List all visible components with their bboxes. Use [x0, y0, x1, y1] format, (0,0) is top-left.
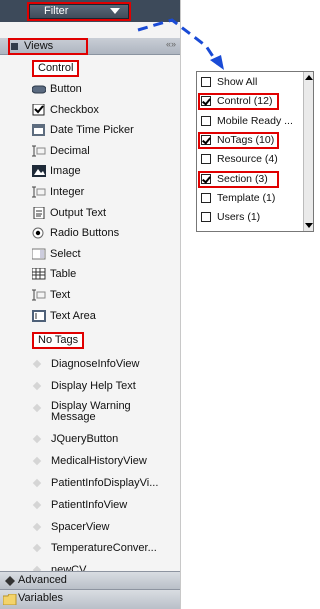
scroll-down-icon[interactable] — [305, 223, 313, 228]
filter-option-label: Template (1) — [217, 191, 276, 204]
dropdown-scrollbar[interactable] — [303, 72, 313, 231]
option-highlight — [198, 170, 279, 188]
checkbox-icon[interactable] — [201, 212, 211, 223]
checkbox-icon[interactable] — [201, 154, 211, 165]
option-highlight — [198, 93, 279, 111]
filter-option-label: Users (1) — [217, 211, 261, 224]
checkbox-icon[interactable] — [201, 192, 211, 203]
filter-option-label: Resource (4) — [217, 153, 278, 166]
scroll-up-icon[interactable] — [305, 75, 313, 80]
filter-dropdown[interactable]: Show All Control (12) Mobile Ready ... NoTa… — [196, 71, 314, 232]
filter-option-label: Mobile Ready ... — [217, 114, 293, 127]
filter-option-label: Show All — [217, 76, 258, 88]
option-highlight — [198, 131, 279, 149]
checkbox-icon[interactable] — [201, 77, 211, 87]
checkbox-icon[interactable] — [201, 115, 211, 126]
